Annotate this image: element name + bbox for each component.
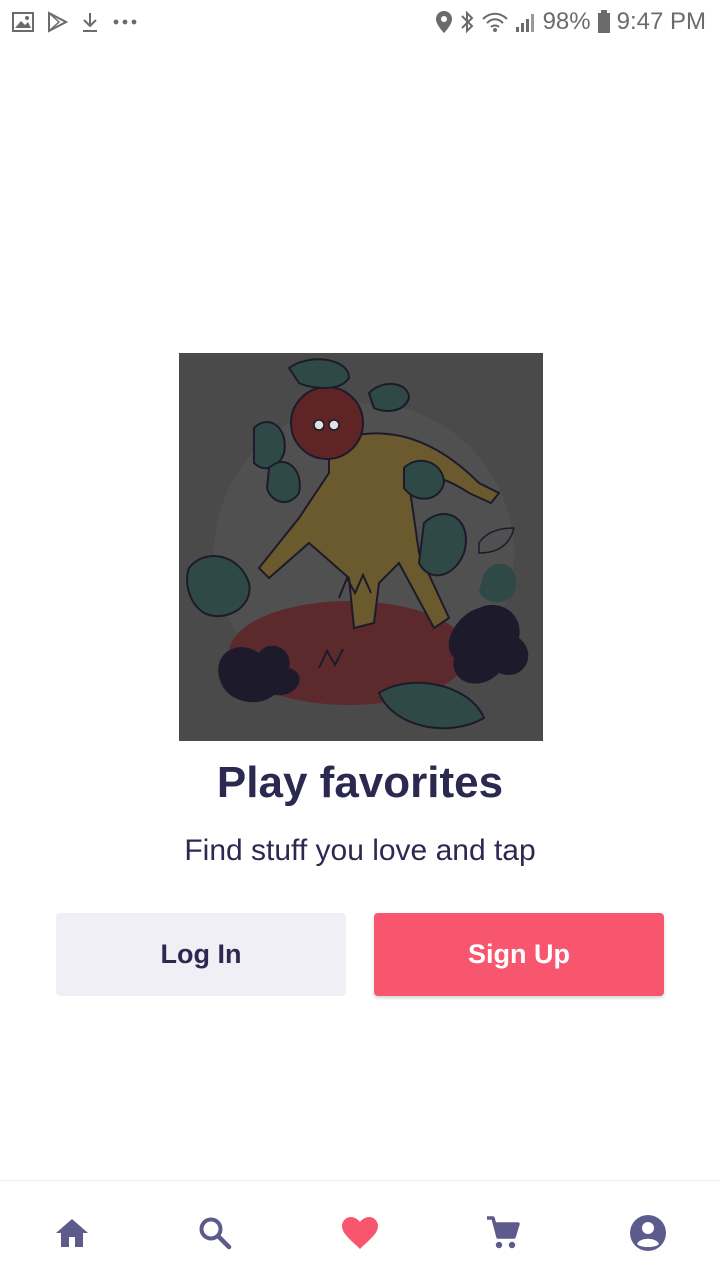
image-icon	[12, 12, 34, 32]
location-icon	[435, 10, 453, 34]
page-title: Play favorites	[216, 758, 504, 807]
download-icon	[80, 11, 100, 33]
status-right: 98% 9:47 PM	[435, 8, 706, 36]
signup-button[interactable]: Sign Up	[374, 913, 664, 996]
screen: 98% 9:47 PM Play favorites Find stuff yo…	[0, 0, 720, 1280]
battery-icon	[597, 10, 611, 34]
search-icon[interactable]	[193, 1211, 237, 1255]
status-bar: 98% 9:47 PM	[0, 0, 720, 44]
page-subtitle: Find stuff you love and tap	[184, 834, 536, 867]
account-icon[interactable]	[626, 1211, 670, 1255]
home-icon[interactable]	[50, 1211, 94, 1255]
bluetooth-icon	[459, 10, 475, 34]
bottom-nav	[0, 1180, 720, 1280]
wifi-icon	[481, 11, 509, 33]
status-time: 9:47 PM	[616, 8, 706, 35]
cart-icon[interactable]	[481, 1211, 525, 1255]
more-dots-icon	[112, 18, 138, 26]
login-button[interactable]: Log In	[56, 913, 346, 996]
heart-icon[interactable]	[338, 1211, 382, 1255]
status-left	[12, 11, 138, 33]
astronaut-illustration	[179, 353, 543, 741]
signal-icon	[515, 11, 537, 33]
battery-percent: 98%	[542, 8, 591, 35]
play-store-icon	[46, 11, 68, 33]
